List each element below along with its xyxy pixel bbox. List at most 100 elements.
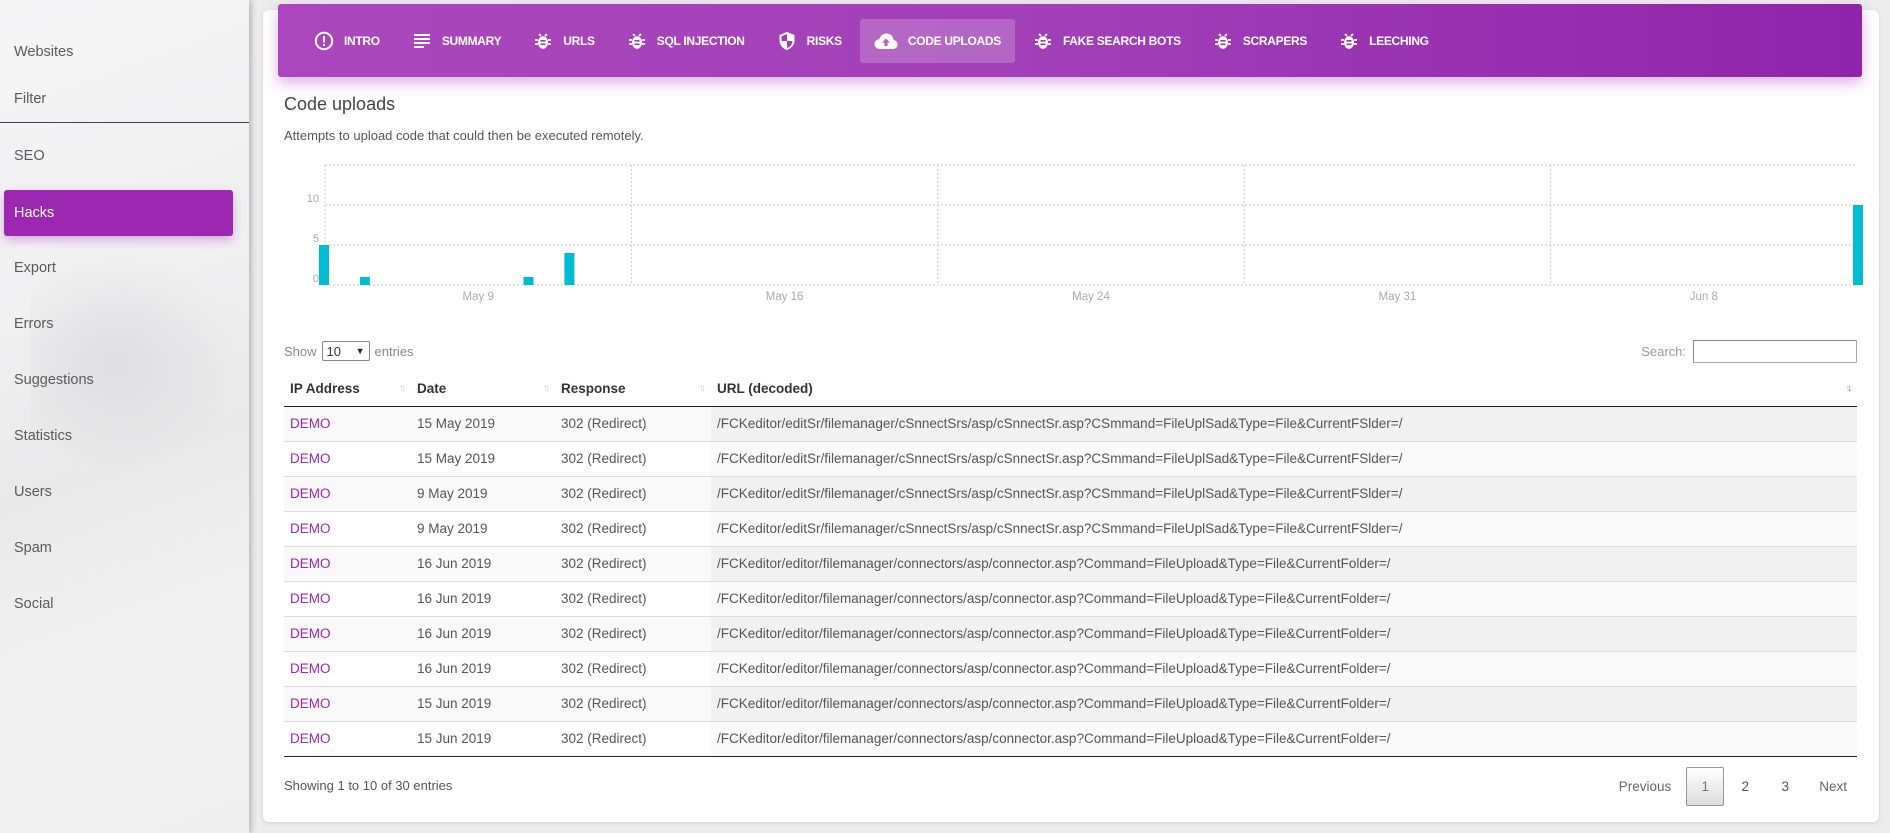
response-cell: 302 (Redirect) [555, 615, 711, 651]
shield-icon [777, 31, 797, 51]
date-cell: 15 Jun 2019 [411, 720, 555, 757]
pagination-next[interactable]: Next [1806, 767, 1860, 806]
table-row: DEMO 15 Jun 2019 302 (Redirect)/FCKeditor/… [284, 685, 1857, 721]
ip-address-link[interactable]: DEMO [290, 451, 331, 466]
bug-icon [1213, 31, 1233, 51]
sidebar-item-suggestions[interactable]: Suggestions [4, 357, 233, 403]
date-cell: 15 Jun 2019 [411, 685, 555, 721]
ip-cell: DEMO [284, 580, 411, 616]
chart-bar [319, 245, 329, 285]
ip-address-link[interactable]: DEMO [290, 556, 331, 571]
x-tick-label: Jun 8 [1690, 291, 1718, 303]
tab-summary[interactable]: SUMMARY [398, 19, 515, 63]
x-tick-label: May 16 [766, 291, 804, 303]
ip-address-link[interactable]: DEMO [290, 521, 331, 536]
tab-label: SUMMARY [441, 33, 502, 48]
pagination: Previous 1 2 3 Next [1604, 767, 1860, 806]
tab-label: URLS [563, 33, 595, 48]
ip-cell: DEMO [284, 475, 411, 511]
table-row: DEMO 16 Jun 2019 302 (Redirect)/FCKeditor/… [284, 615, 1857, 651]
date-cell: 16 Jun 2019 [411, 650, 555, 686]
sidebar-item-export[interactable]: Export [4, 245, 233, 291]
chart-svg: 0 5 10 May 9 May 16 May 24 May 31 Jun 8 [307, 164, 1863, 303]
date-cell: 15 May 2019 [411, 440, 555, 476]
column-header-label: Date [417, 381, 447, 397]
sidebar-divider [0, 122, 249, 123]
tab-sql-injection[interactable]: SQL INJECTION [613, 19, 759, 63]
response-cell: 302 (Redirect) [555, 440, 711, 476]
ip-address-link[interactable]: DEMO [290, 626, 331, 641]
sidebar-item-filter[interactable]: Filter [4, 76, 233, 122]
tab-risks[interactable]: RISKS [763, 19, 856, 63]
pagination-previous[interactable]: Previous [1606, 767, 1685, 806]
column-header-date[interactable]: Date ↑↓ [411, 372, 555, 407]
url-cell: /FCKeditor/editSr/filemanager/cSnnectSrs… [711, 440, 1857, 476]
y-tick-label: 5 [313, 233, 319, 245]
table-row: DEMO 9 May 2019 302 (Redirect)/FCKeditor/e… [284, 475, 1857, 511]
pagination-page-3[interactable]: 3 [1766, 767, 1804, 806]
ip-cell: DEMO [284, 650, 411, 686]
bug-icon [627, 31, 647, 51]
tab-scrapers[interactable]: SCRAPERS [1199, 19, 1321, 63]
sidebar-item-errors[interactable]: Errors [4, 301, 233, 347]
pagination-page-2[interactable]: 2 [1726, 767, 1764, 806]
url-cell: /FCKeditor/editor/filemanager/connectors… [711, 545, 1857, 581]
table-row: DEMO 16 Jun 2019 302 (Redirect)/FCKeditor/… [284, 545, 1857, 581]
sidebar-item-spam[interactable]: Spam [4, 525, 233, 571]
date-cell: 16 Jun 2019 [411, 615, 555, 651]
tab-urls[interactable]: URLS [519, 19, 608, 63]
table-row: DEMO 15 May 2019 302 (Redirect)/FCKeditor/… [284, 405, 1857, 441]
column-header-ip-address[interactable]: IP Address ↑↓ [284, 372, 411, 407]
ip-address-link[interactable]: DEMO [290, 696, 331, 711]
url-cell: /FCKeditor/editSr/filemanager/cSnnectSrs… [711, 510, 1857, 546]
length-label-post: entries [374, 343, 414, 359]
table-row: DEMO 15 Jun 2019 302 (Redirect)/FCKeditor/… [284, 720, 1857, 757]
sidebar-item-hacks[interactable]: Hacks [4, 190, 233, 236]
response-cell: 302 (Redirect) [555, 545, 711, 581]
tab-leeching[interactable]: LEECHING [1325, 19, 1443, 63]
pagination-page-1[interactable]: 1 [1686, 767, 1725, 806]
search-input[interactable] [1693, 340, 1857, 363]
sidebar-item-seo[interactable]: SEO [4, 133, 233, 179]
response-cell: 302 (Redirect) [555, 650, 711, 686]
ip-address-link[interactable]: DEMO [290, 486, 331, 501]
response-cell: 302 (Redirect) [555, 685, 711, 721]
tab-label: CODE UPLOADS [907, 33, 1001, 48]
url-cell: /FCKeditor/editor/filemanager/connectors… [711, 580, 1857, 616]
chart-bar [359, 277, 370, 285]
x-tick-label: May 31 [1379, 291, 1417, 303]
sidebar-item-statistics[interactable]: Statistics [4, 413, 233, 459]
table-row: DEMO 16 Jun 2019 302 (Redirect)/FCKeditor/… [284, 580, 1857, 616]
list-lines-icon [412, 31, 432, 51]
ip-address-link[interactable]: DEMO [290, 731, 331, 746]
bug-icon [1033, 31, 1053, 51]
sidebar-item-label: Websites [14, 44, 74, 60]
sidebar-item-label: Suggestions [14, 372, 94, 388]
entries-length-select[interactable]: 10 ▼ [321, 341, 370, 361]
length-label-pre: Show [284, 343, 317, 359]
ip-cell: DEMO [284, 510, 411, 546]
code-uploads-chart: 0 5 10 May 9 May 16 May 24 May 31 Jun 8 [290, 155, 1870, 315]
response-cell: 302 (Redirect) [555, 475, 711, 511]
tab-label: FAKE SEARCH BOTS [1062, 33, 1181, 48]
column-header-response[interactable]: Response ↑↓ [555, 372, 711, 407]
chart-bar [523, 277, 534, 285]
column-header-url[interactable]: URL (decoded) ↑↓ [711, 372, 1857, 407]
entries-length-control: Show 10 ▼ entries [284, 341, 414, 361]
tab-intro[interactable]: INTRO [300, 19, 394, 63]
date-cell: 16 Jun 2019 [411, 580, 555, 616]
table-row: DEMO 9 May 2019 302 (Redirect)/FCKeditor/e… [284, 510, 1857, 546]
ip-address-link[interactable]: DEMO [290, 416, 331, 431]
tab-code-uploads[interactable]: CODE UPLOADS [859, 18, 1015, 63]
date-cell: 9 May 2019 [411, 475, 555, 511]
sidebar-item-users[interactable]: Users [4, 469, 233, 515]
sidebar-item-websites[interactable]: Websites [4, 29, 233, 75]
sidebar-item-label: Statistics [14, 428, 73, 444]
tab-fake-search-bots[interactable]: FAKE SEARCH BOTS [1019, 19, 1195, 63]
sidebar-item-social[interactable]: Social [4, 581, 233, 627]
sidebar-item-label: Export [14, 260, 56, 276]
ip-address-link[interactable]: DEMO [290, 661, 331, 676]
sidebar: Websites Filter SEO Hacks Export Errors … [0, 0, 249, 833]
sidebar-item-label: Users [14, 484, 52, 500]
ip-address-link[interactable]: DEMO [290, 591, 331, 606]
